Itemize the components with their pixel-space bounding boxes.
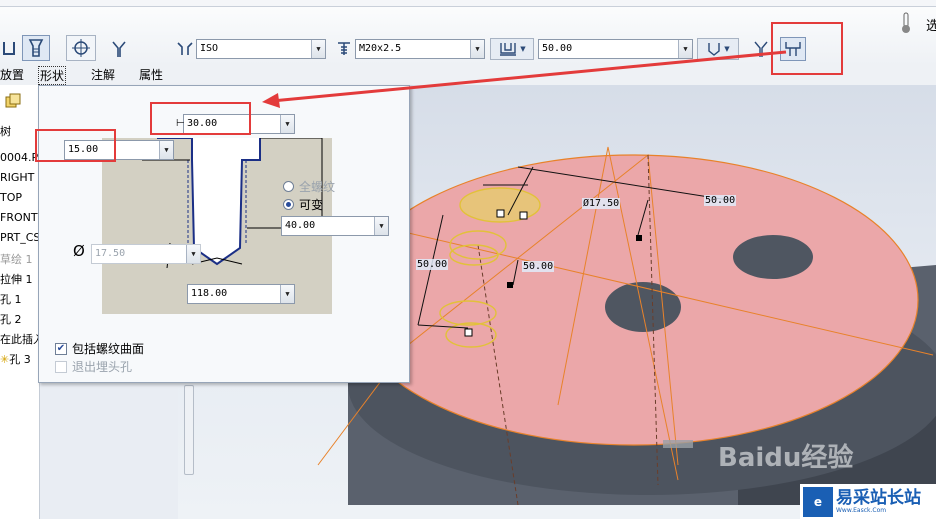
thread-standard-icon [174, 39, 196, 59]
chevron-down-icon[interactable]: ▼ [678, 40, 692, 58]
exit-countersink-checkbox [55, 360, 67, 373]
tab-annotation[interactable]: 注解 [91, 66, 115, 83]
depth-option-button[interactable]: ▼ [490, 38, 534, 60]
thread-standard-select[interactable]: ISO ▼ [196, 39, 326, 59]
highlight-box-diameter [150, 102, 251, 135]
thread-depth-field[interactable]: 40.00 ▼ [281, 216, 389, 236]
depth-value-select[interactable]: 50.00 ▼ [538, 39, 693, 59]
tab-shape[interactable]: 形状 [38, 66, 67, 85]
logo-subtext: Www.Easck.Com [836, 507, 887, 514]
screw-size-icon [334, 39, 354, 59]
exit-countersink-option: 退出埋头孔 [55, 358, 132, 375]
tree-item-hole-3[interactable]: ✳孔 3 [0, 351, 31, 367]
tree-item-extrude[interactable]: 拉伸 1 [0, 271, 33, 287]
thread-axis-icon[interactable] [66, 35, 96, 61]
right-corner-label: 选 [926, 19, 936, 34]
tree-header: 树 [0, 125, 11, 138]
tree-item-csys[interactable]: PRT_CS [0, 231, 40, 244]
diameter-symbol: Ø [73, 242, 85, 260]
dimension-diameter[interactable]: Ø17.50 [582, 198, 621, 209]
site-logo: e 易采站长站 Www.Easck.Com [800, 484, 936, 519]
tab-placement[interactable]: 放置 [0, 66, 24, 83]
countersink-icon[interactable] [750, 37, 772, 61]
thermometer-icon [896, 11, 916, 35]
watermark-text: Baidu经验 [718, 443, 854, 473]
tip-angle-field[interactable]: 118.00 ▼ [187, 284, 295, 304]
chevron-down-icon: ▼ [186, 245, 200, 263]
dimension-top[interactable]: 50.00 [704, 195, 737, 206]
full-thread-label: 全螺纹 [299, 180, 336, 194]
tapered-hole-icon[interactable] [108, 37, 130, 61]
chevron-down-icon[interactable]: ▼ [280, 115, 294, 133]
diameter-field-disabled: 17.50 ▼ [91, 244, 201, 264]
full-thread-option[interactable]: 全螺纹 [283, 178, 335, 195]
exit-countersink-label: 退出埋头孔 [72, 360, 133, 374]
full-thread-radio[interactable] [283, 181, 294, 192]
highlight-box-toolbar [771, 22, 843, 75]
screw-size-select[interactable]: M20x2.5 ▼ [355, 39, 485, 59]
tree-item-top[interactable]: TOP [0, 191, 22, 204]
dimension-mid[interactable]: 50.00 [522, 261, 555, 272]
chevron-down-icon[interactable]: ▼ [374, 217, 388, 235]
include-thread-surface-checkbox[interactable]: ✔ [55, 342, 67, 355]
tree-item-front[interactable]: FRONT [0, 211, 38, 224]
chevron-down-icon[interactable]: ▼ [280, 285, 294, 303]
include-thread-surface-option[interactable]: ✔ 包括螺纹曲面 [55, 340, 144, 357]
tree-item-hole-1[interactable]: 孔 1 [0, 291, 22, 307]
highlight-box-depth [35, 129, 116, 162]
variable-thread-radio[interactable] [283, 199, 294, 210]
model-tree: 树 0004.P RIGHT TOP FRONT PRT_CS 草绘 1 拉伸 … [0, 85, 44, 519]
tree-item-hole-2[interactable]: 孔 2 [0, 311, 22, 327]
tree-item-right[interactable]: RIGHT [0, 171, 34, 184]
dimension-left[interactable]: 50.00 [416, 259, 449, 270]
logo-text: 易采站长站 [836, 488, 921, 508]
chevron-down-icon[interactable]: ▼ [470, 40, 484, 58]
tab-properties[interactable]: 属性 [139, 66, 163, 83]
window-top-strip [0, 0, 936, 7]
layers-icon[interactable] [4, 92, 22, 110]
tree-item-sketch[interactable]: 草绘 1 [0, 251, 33, 267]
variable-thread-label: 可变 [299, 198, 324, 212]
tree-item-hole-3-label: 孔 3 [9, 353, 31, 366]
logo-badge-icon: e [803, 486, 833, 517]
chevron-down-icon[interactable]: ▼ [311, 40, 325, 58]
include-thread-surface-label: 包括螺纹曲面 [72, 342, 145, 356]
chevron-down-icon[interactable]: ▼ [159, 141, 173, 159]
depth-type-button[interactable]: ▼ [697, 38, 739, 60]
variable-thread-option[interactable]: 可变 [283, 196, 323, 213]
new-feature-icon: ✳ [0, 353, 10, 366]
simple-hole-icon[interactable] [0, 37, 18, 61]
standard-hole-icon[interactable] [22, 35, 50, 61]
tree-item-part[interactable]: 0004.P [0, 151, 38, 164]
